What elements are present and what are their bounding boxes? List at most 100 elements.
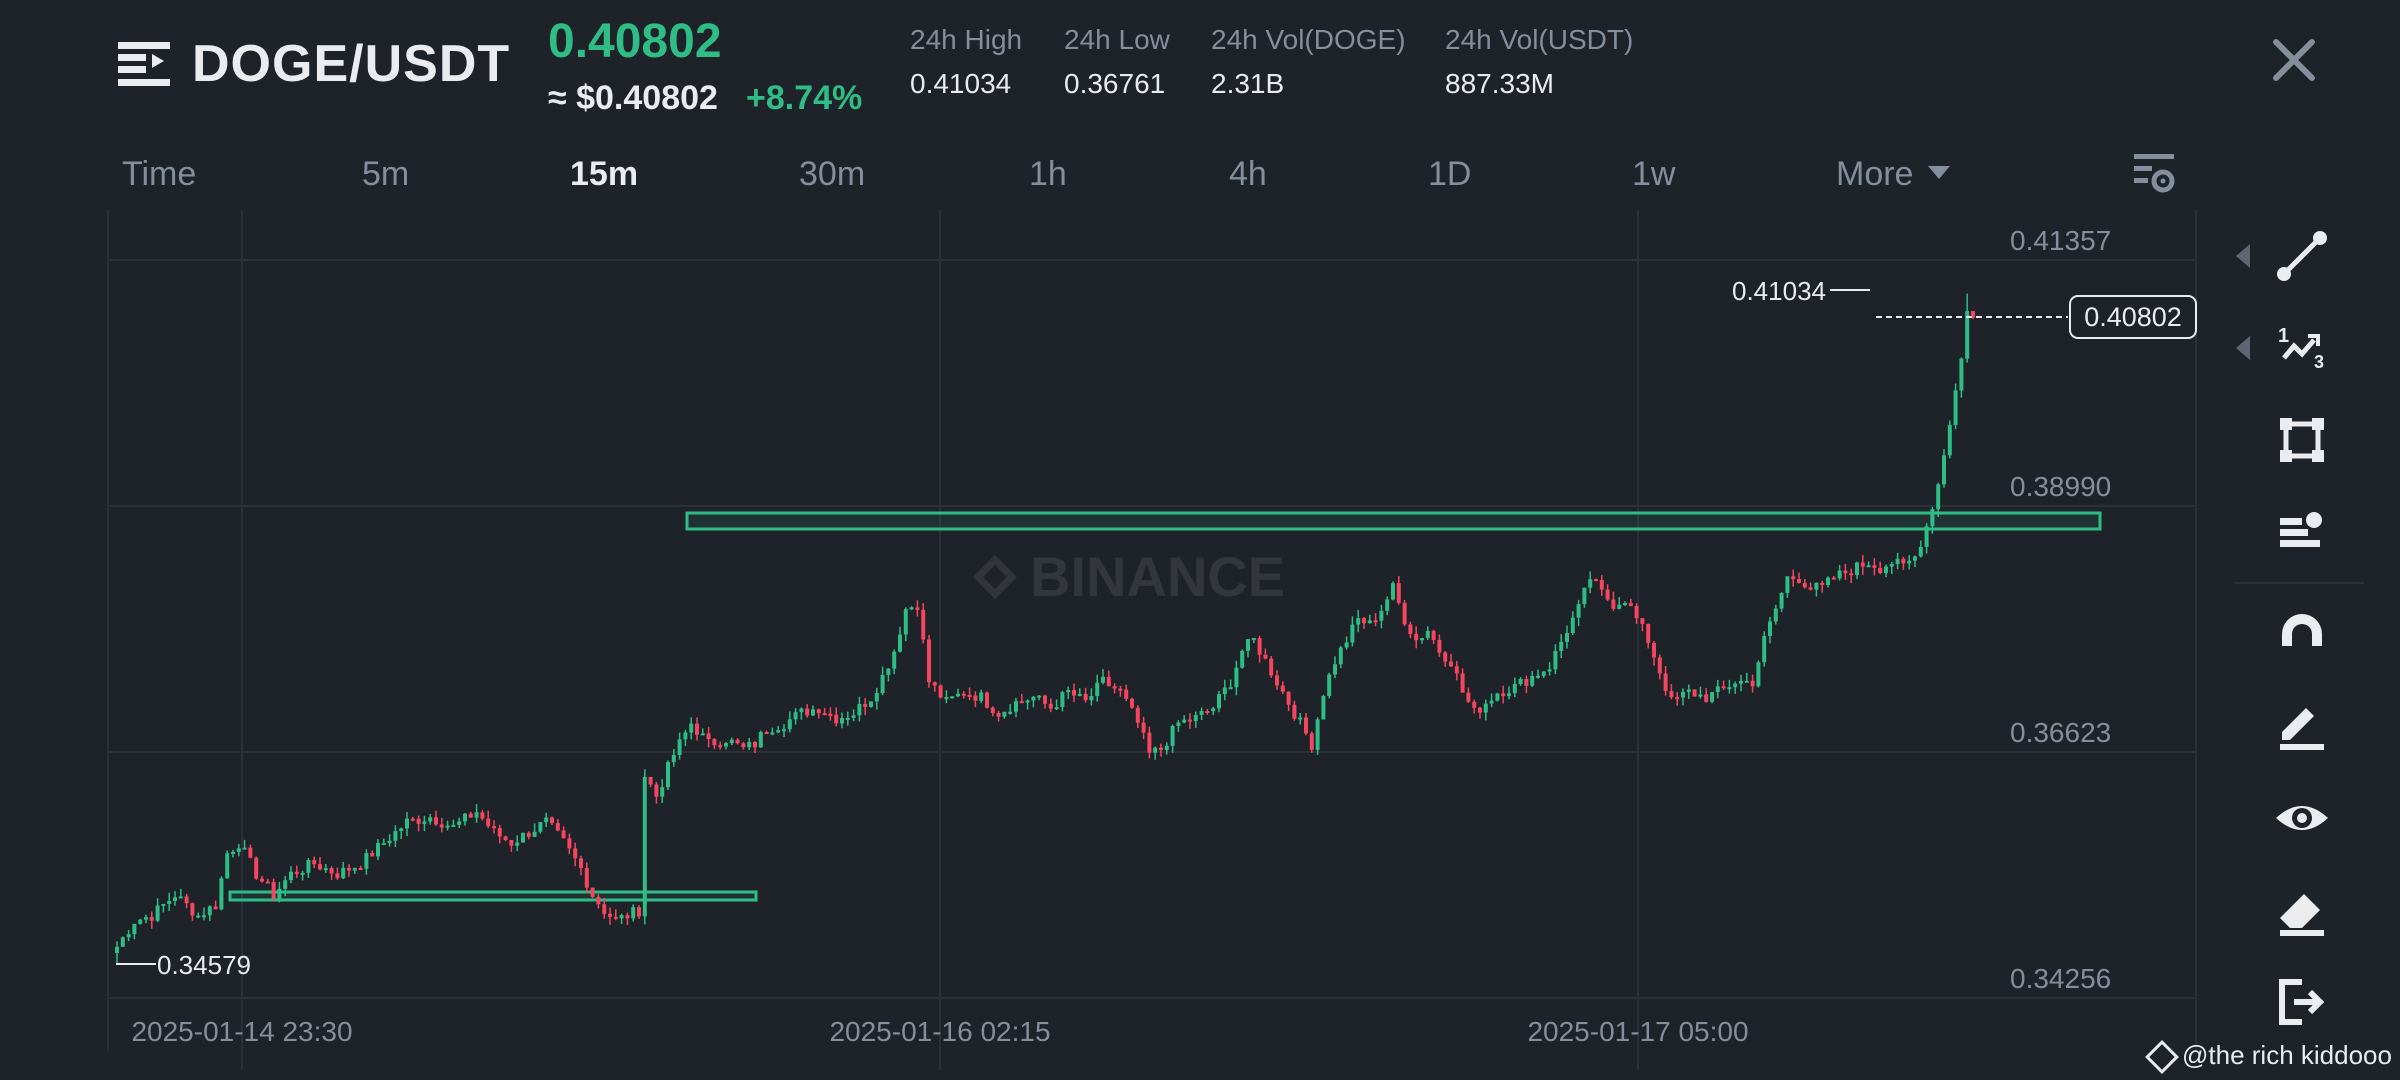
candle-body	[173, 897, 177, 902]
tab-15m[interactable]: 15m	[570, 152, 638, 196]
candle-body	[1437, 639, 1442, 653]
tab-1h[interactable]: 1h	[1029, 152, 1067, 196]
pair-title[interactable]: DOGE/USDT	[192, 30, 510, 98]
expand-caret-icon[interactable]	[2236, 244, 2250, 268]
candle-body	[921, 609, 926, 640]
candle-body	[654, 784, 659, 797]
candle-body	[840, 718, 844, 724]
candle-body	[1077, 693, 1082, 696]
candle-body	[1733, 683, 1738, 688]
candle-body	[1066, 690, 1071, 693]
tab-30m[interactable]: 30m	[799, 152, 865, 196]
candle-body	[1025, 700, 1030, 703]
candle-body	[660, 787, 665, 797]
candle-body	[648, 776, 653, 785]
candle-body	[880, 674, 885, 694]
candle-body	[1472, 701, 1477, 708]
chart-settings-icon[interactable]	[2132, 152, 2176, 194]
candle-body	[782, 729, 786, 732]
trend-line-icon[interactable]	[2272, 226, 2332, 286]
x-axis-label: 2025-01-17 05:00	[1527, 1016, 1748, 1047]
tab-1w[interactable]: 1w	[1632, 152, 1675, 196]
candle-body	[1263, 654, 1268, 659]
close-icon[interactable]	[2270, 36, 2318, 84]
candle-body	[381, 843, 386, 846]
watermark-logo-text: BINANCE	[1030, 545, 1285, 608]
resistance-zone[interactable]	[685, 511, 2102, 531]
y-axis-label: 0.34256	[2010, 963, 2111, 994]
user-watermark: @the rich kiddooo	[2145, 1038, 2392, 1075]
candles-layer	[115, 293, 1975, 965]
candle-body	[753, 741, 757, 748]
candle-body	[793, 712, 798, 720]
candle-body	[352, 867, 357, 871]
candle-body	[1756, 662, 1761, 687]
tab-5m[interactable]: 5m	[362, 152, 409, 196]
candle-body	[1547, 669, 1552, 672]
candle-body	[1808, 587, 1813, 590]
candle-body	[1443, 652, 1448, 662]
candle-body	[1773, 608, 1778, 622]
support-zone[interactable]	[228, 890, 758, 902]
fib-icon[interactable]: 1 3	[2272, 318, 2332, 378]
candle-body	[874, 693, 879, 702]
exit-icon[interactable]	[2272, 972, 2332, 1032]
candle-body	[1936, 484, 1941, 510]
candle-body	[265, 881, 270, 884]
chevron-down-icon[interactable]	[1928, 166, 1950, 180]
menu-icon[interactable]	[118, 42, 170, 86]
candle-body	[1947, 425, 1952, 456]
candle-body	[1193, 714, 1198, 722]
candle-body	[695, 723, 699, 735]
candle-body	[1344, 642, 1349, 648]
candle-body	[1611, 599, 1616, 609]
candle-body	[1315, 719, 1320, 750]
candle-body	[996, 713, 1001, 717]
candle-body	[1797, 579, 1801, 583]
tab-more[interactable]: More	[1836, 152, 1913, 196]
candle-body	[1855, 562, 1859, 576]
eye-icon[interactable]	[2272, 788, 2332, 848]
candle-body	[376, 843, 380, 857]
candle-body	[1768, 621, 1772, 637]
candle-body	[1744, 680, 1749, 683]
candle-body	[1373, 620, 1378, 623]
chart-grid	[107, 210, 2197, 1070]
tab-4h[interactable]: 4h	[1229, 152, 1267, 196]
svg-text:3: 3	[2314, 352, 2324, 372]
candle-body	[451, 824, 456, 827]
candle-body	[799, 708, 804, 713]
candle-body	[509, 840, 514, 846]
candle-body	[521, 832, 525, 843]
candle-body	[1802, 582, 1807, 588]
candle-body	[1292, 704, 1297, 719]
candle-body	[1449, 661, 1453, 667]
eraser-icon[interactable]	[2272, 880, 2332, 940]
tab-1d[interactable]: 1D	[1428, 152, 1471, 196]
candle-body	[706, 733, 711, 740]
candle-body	[1565, 633, 1569, 642]
candle-body	[1037, 695, 1042, 698]
candle-body	[1205, 711, 1210, 714]
candle-body	[1553, 651, 1558, 670]
current-price-tag-text: 0.40802	[2084, 302, 2182, 332]
candle-body	[138, 919, 143, 924]
magnet-icon[interactable]	[2272, 604, 2332, 664]
candle-body	[254, 857, 259, 879]
candle-body	[869, 701, 873, 707]
candle-body	[405, 818, 409, 829]
price-chart[interactable]: BINANCE 0.41034 0.34579 0.40802 0.41357 …	[0, 210, 2400, 1080]
stat-value-low: 0.36761	[1064, 68, 1166, 99]
rectangle-icon[interactable]	[2272, 410, 2332, 470]
candle-body	[1338, 647, 1343, 665]
candle-body	[1623, 603, 1627, 606]
expand-caret-icon[interactable]	[2236, 336, 2250, 360]
indicator-list-icon[interactable]	[2272, 502, 2332, 562]
candle-body	[1130, 698, 1134, 708]
candle-body	[1048, 703, 1053, 709]
candle-body	[1112, 686, 1117, 689]
candle-body	[932, 682, 937, 686]
pencil-icon[interactable]	[2272, 696, 2332, 756]
candle-body	[602, 904, 607, 914]
tab-time[interactable]: Time	[122, 152, 196, 196]
